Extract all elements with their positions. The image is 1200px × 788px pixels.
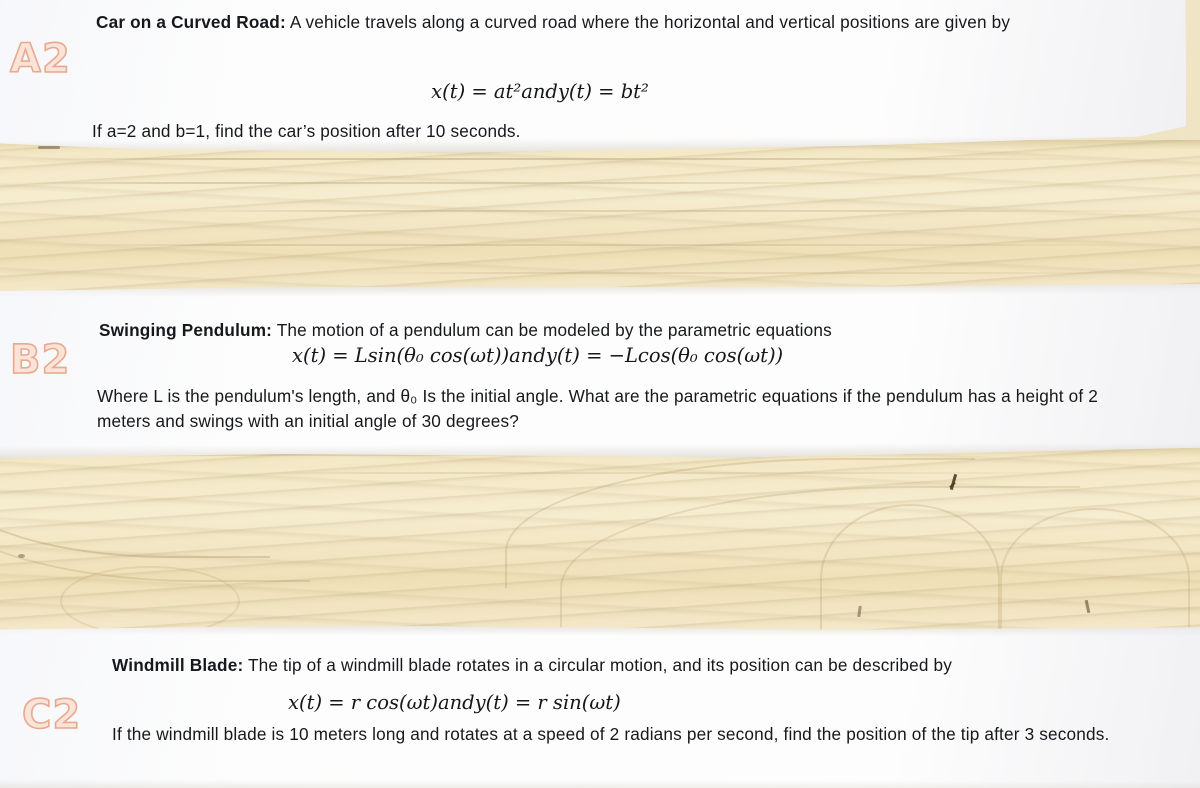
problem-a2-equation-y: y(t) = bt² xyxy=(557,80,649,103)
problem-a2-equation: x(t) = at²andy(t) = bt² xyxy=(140,80,940,103)
worksheet-photo: Car on a Curved Road: A vehicle travels … xyxy=(0,0,1200,788)
problem-c2-intro: The tip of a windmill blade rotates in a… xyxy=(243,655,953,675)
problem-a2-title: Car on a Curved Road: xyxy=(96,12,286,32)
problem-c2: Windmill Blade: The tip of a windmill bl… xyxy=(112,653,1132,678)
problem-a2: Car on a Curved Road: A vehicle travels … xyxy=(96,10,1162,35)
problem-c2-statement: Windmill Blade: The tip of a windmill bl… xyxy=(112,653,1132,678)
problem-b2-equation: x(t) = Lsin(θ₀ cos(ωt))andy(t) = −Lcos(θ… xyxy=(292,344,783,367)
problem-b2-closing: Where L is the pendulum's length, and θ₀… xyxy=(97,386,1098,431)
problem-a2-closing-wrap: If a=2 and b=1, find the car’s position … xyxy=(92,119,992,144)
problem-a2-equation-and: and xyxy=(521,80,558,103)
problem-b2-closing-wrap: Where L is the pendulum's length, and θ₀… xyxy=(97,384,1153,434)
problem-c2-closing: If the windmill blade is 10 meters long … xyxy=(112,724,1110,744)
problem-b2-intro: The motion of a pendulum can be modeled … xyxy=(272,320,832,340)
problem-c2-equation: x(t) = r cos(ωt)andy(t) = r sin(ωt) xyxy=(288,691,621,714)
problem-a2-intro: A vehicle travels along a curved road wh… xyxy=(285,12,1011,32)
problem-b2: Swinging Pendulum: The motion of a pendu… xyxy=(99,318,1099,343)
problem-a2-closing: If a=2 and b=1, find the car’s position … xyxy=(92,121,521,141)
problem-code-a2: A2 xyxy=(9,35,71,83)
problem-b2-equation-and: and xyxy=(509,344,546,367)
problem-b2-equation-x: x(t) = Lsin(θ₀ cos(ωt)) xyxy=(292,344,510,367)
problem-c2-title: Windmill Blade: xyxy=(112,655,244,675)
problem-c2-equation-y: y(t) = r sin(ωt) xyxy=(474,691,621,714)
problem-b2-statement: Swinging Pendulum: The motion of a pendu… xyxy=(99,318,1099,343)
wood-surface-middle xyxy=(0,446,1200,654)
problem-c2-equation-and: and xyxy=(437,691,475,714)
problem-c2-equation-x: x(t) = r cos(ωt) xyxy=(288,691,438,714)
problem-c2-closing-wrap: If the windmill blade is 10 meters long … xyxy=(112,722,1132,747)
paper-c-bottom-shadow xyxy=(0,779,1200,788)
problem-b2-title: Swinging Pendulum: xyxy=(99,320,273,340)
wood-surface-upper xyxy=(0,140,1200,300)
problem-a2-statement: Car on a Curved Road: A vehicle travels … xyxy=(96,10,1162,35)
problem-b2-equation-y: y(t) = −Lcos(θ₀ cos(ωt)) xyxy=(545,344,784,367)
problem-a2-equation-x: x(t) = at² xyxy=(431,80,522,103)
problem-code-c2: C2 xyxy=(21,691,82,739)
problem-code-b2: B2 xyxy=(9,336,71,384)
